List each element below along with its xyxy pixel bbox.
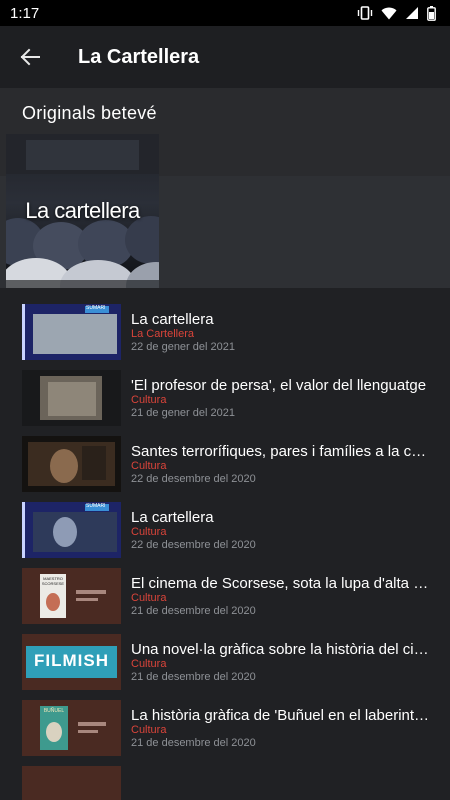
item-date: 22 de desembre del 2020 [131, 539, 256, 551]
item-date: 22 de desembre del 2020 [131, 473, 256, 485]
item-title: La cartellera [131, 509, 214, 526]
list-item[interactable]: FILMISH Una novel·la gràfica sobre la hi… [0, 618, 450, 690]
thumbnail: FILMISH [22, 634, 121, 690]
list-item[interactable]: Santes terrorífiques, pares i famílies a… [0, 420, 450, 492]
thumbnail: SUMARI [22, 502, 121, 558]
back-button[interactable] [0, 26, 60, 88]
status-bar: 1:17 [0, 0, 450, 26]
thumbnail: SUMARI [22, 304, 121, 360]
status-icons [357, 5, 436, 21]
thumbnail [22, 766, 121, 800]
signal-icon [406, 7, 418, 19]
item-category: La Cartellera [131, 328, 194, 340]
section-title: Originals betevé [22, 103, 157, 123]
arrow-left-icon [20, 48, 40, 66]
item-category: Cultura [131, 724, 167, 736]
thumbnail: MAESTRO SCORSESE [22, 568, 121, 624]
thumbnail-text: FILMISH [34, 651, 109, 670]
thumbnail [22, 436, 121, 492]
thumbnail-text: BUÑUEL [43, 708, 65, 714]
page-title: La Cartellera [78, 45, 200, 68]
banner-title: La cartellera [25, 198, 140, 223]
item-title: Una novel·la gràfica sobre la història d… [131, 641, 431, 658]
episode-list: SUMARI La cartellera La Cartellera 22 de… [0, 288, 450, 800]
item-category: Cultura [131, 658, 167, 670]
list-item[interactable]: 'El profesor de persa', el valor del lle… [0, 354, 450, 426]
item-title: Santes terrorífiques, pares i famílies a… [131, 443, 431, 460]
item-date: 21 de desembre del 2020 [131, 737, 256, 749]
battery-icon [427, 5, 436, 21]
item-date: 21 de desembre del 2020 [131, 671, 256, 683]
thumbnail [22, 370, 121, 426]
list-item[interactable]: MAESTRO SCORSESE El cinema de Scorsese, … [0, 552, 450, 624]
list-item[interactable]: SUMARI La cartellera La Cartellera 22 de… [0, 288, 450, 360]
item-category: Cultura [131, 394, 167, 406]
item-title: 'El profesor de persa', el valor del lle… [131, 377, 427, 394]
item-date: 22 de gener del 2021 [131, 341, 235, 353]
item-title: La cartellera [131, 311, 214, 328]
item-category: Cultura [131, 526, 167, 538]
vibrate-icon [357, 6, 373, 20]
app-bar: La Cartellera [0, 26, 450, 88]
status-time: 1:17 [10, 4, 40, 22]
program-banner[interactable]: La cartellera [6, 134, 159, 288]
item-category: Cultura [131, 460, 167, 472]
list-item[interactable]: SUMARI La cartellera Cultura 22 de desem… [0, 486, 450, 558]
item-category: Cultura [131, 592, 167, 604]
item-date: 21 de gener del 2021 [131, 407, 235, 419]
list-item-partial[interactable] [0, 750, 450, 800]
wifi-icon [381, 7, 397, 19]
item-title: La història gràfica de 'Buñuel en el lab… [131, 707, 431, 724]
item-date: 21 de desembre del 2020 [131, 605, 256, 617]
list-item[interactable]: BUÑUEL La història gràfica de 'Buñuel en… [0, 684, 450, 756]
item-title: El cinema de Scorsese, sota la lupa d'al… [131, 575, 431, 592]
thumbnail-text: MAESTRO SCORSESE [41, 576, 65, 586]
thumbnail-text: SUMARI [86, 503, 106, 509]
thumbnail-text: SUMARI [86, 305, 106, 311]
thumbnail: BUÑUEL [22, 700, 121, 756]
